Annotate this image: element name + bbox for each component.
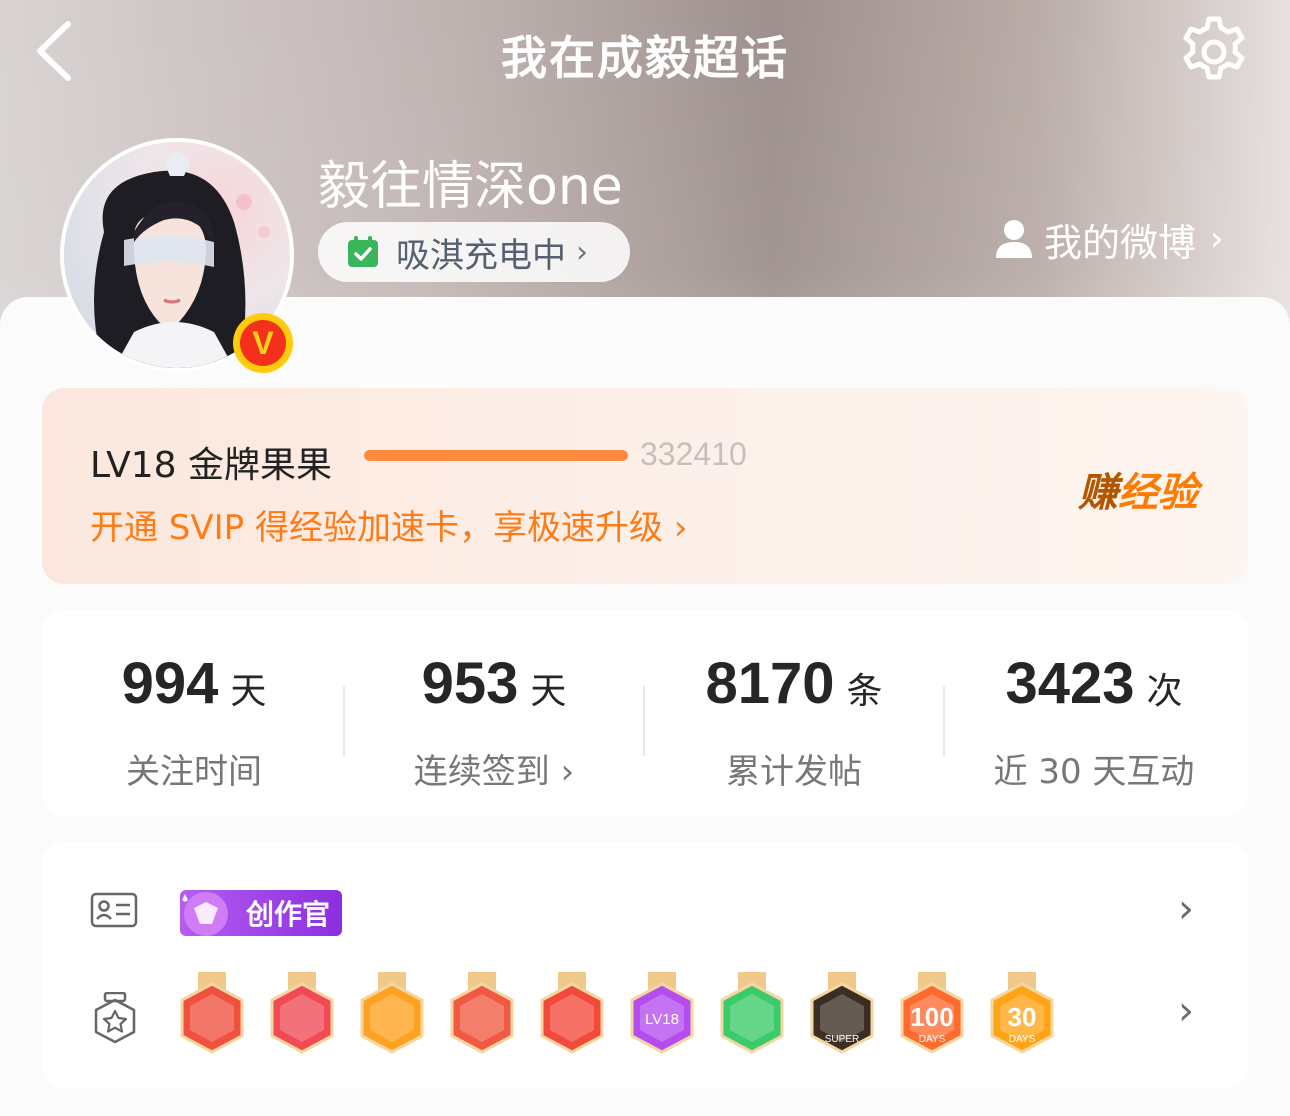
chevron-right-icon: › <box>549 752 575 792</box>
svg-text:30: 30 <box>1008 1002 1037 1032</box>
svg-text:LV18: LV18 <box>645 1011 679 1028</box>
status-label: 吸淇充电中 <box>396 235 566 276</box>
gear-icon[interactable] <box>1176 14 1252 90</box>
stat-interactions: 3423 次 近 30 天互动 <box>944 610 1244 816</box>
medal-badge-icon: 100 DAYS <box>898 972 966 1058</box>
stat-checkin[interactable]: 953 天 连续签到 › <box>344 610 644 816</box>
medal-badge-icon: LV18 <box>628 972 696 1058</box>
chevron-right-icon: › <box>1210 219 1224 259</box>
medal-badge-icon: 30 DAYS <box>988 972 1056 1058</box>
svg-text:DAYS: DAYS <box>1009 1034 1036 1045</box>
stat-label: 关注时间 <box>126 752 262 792</box>
earn-exp-label-first: 赚 <box>1078 470 1118 516</box>
svg-text:100: 100 <box>910 1002 953 1032</box>
medal-badge-icon <box>538 972 606 1058</box>
medal-icon <box>92 991 138 1048</box>
page-title: 我在成毅超话 <box>501 31 789 85</box>
calendar-check-icon <box>348 236 378 267</box>
level-title: LV18 金牌果果 <box>90 445 332 486</box>
level-progress-bar <box>364 450 628 461</box>
medal-badge-icon <box>718 972 786 1058</box>
stat-label: 累计发帖 <box>726 752 862 792</box>
stat-label: 连续签到 › <box>413 752 575 792</box>
stat-label: 近 30 天互动 <box>993 752 1195 792</box>
svg-text:SUPER: SUPER <box>825 1034 859 1045</box>
id-card-icon <box>90 892 138 932</box>
medal-badge-icon <box>358 972 426 1058</box>
stat-value: 8170 条 <box>705 651 883 716</box>
status-pill[interactable]: 吸淇充电中 › <box>318 222 630 282</box>
badge-card: 创作官 › LV18 SUPER 100 DAYS 30 DAYS › <box>42 842 1248 1088</box>
user-icon <box>996 220 1032 258</box>
svip-promo-text: 开通 SVIP 得经验加速卡，享极速升级 <box>90 508 663 548</box>
creator-label: 创作官 <box>245 898 330 931</box>
chevron-right-icon: › <box>576 234 588 270</box>
chevron-right-icon[interactable]: › <box>1178 886 1194 932</box>
stat-follow-time: 994 天 关注时间 <box>44 610 344 816</box>
earn-exp-label-rest: 经验 <box>1118 470 1198 516</box>
medal-badge-icon <box>268 972 336 1058</box>
level-points: 332410 <box>640 436 747 472</box>
my-weibo-link[interactable]: 我的微博 › <box>994 214 1224 265</box>
medal-badge-icon <box>448 972 516 1058</box>
stat-posts: 8170 条 累计发帖 <box>644 610 944 816</box>
username: 毅往情深one <box>318 157 623 217</box>
chevron-right-icon: › <box>673 508 688 548</box>
chevron-right-icon[interactable]: › <box>1178 988 1194 1034</box>
verified-badge-icon: V <box>233 313 293 373</box>
stats-card: 994 天 关注时间 953 天 连续签到 › 8170 条 累计发帖 3423 次 近… <box>42 610 1248 816</box>
creator-medal-icon <box>182 892 228 936</box>
stat-value: 994 天 <box>121 651 267 716</box>
svip-promo-link[interactable]: 开通 SVIP 得经验加速卡，享极速升级 › <box>90 500 687 549</box>
level-card[interactable]: LV18 金牌果果 332410 开通 SVIP 得经验加速卡，享极速升级 › … <box>42 388 1248 584</box>
creator-tag[interactable]: 创作官 <box>180 890 342 936</box>
my-weibo-label: 我的微博 <box>1044 220 1197 265</box>
svg-text:DAYS: DAYS <box>919 1034 946 1045</box>
stat-value: 953 天 <box>421 651 567 716</box>
stat-value: 3423 次 <box>1005 651 1183 716</box>
medal-badge-icon: SUPER <box>808 972 876 1058</box>
medal-badge-icon <box>178 972 246 1058</box>
earn-exp-button[interactable]: 赚经验 <box>1078 460 1198 518</box>
level-progress-fill <box>364 450 628 461</box>
